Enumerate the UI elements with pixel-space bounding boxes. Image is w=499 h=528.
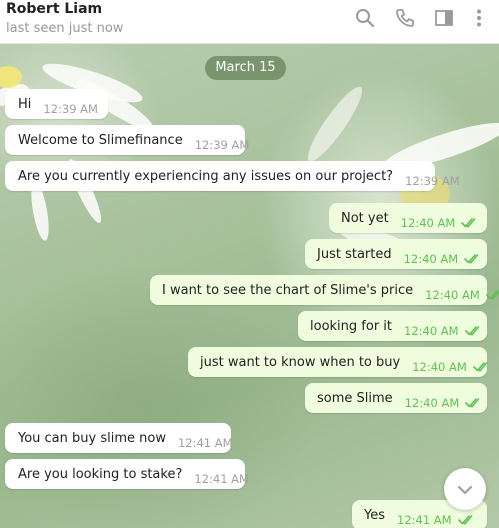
message-time: 12:40 AM [425,288,480,302]
read-receipt-icon [465,397,483,409]
search-icon[interactable] [354,7,376,29]
read-receipt-icon [464,253,482,265]
message-text: some Slime [317,390,393,406]
message-time: 12:41 AM [177,436,233,450]
message-text: I want to see the chart of Slime's price [162,282,414,298]
message-text: looking for it [310,318,392,334]
outgoing-message[interactable]: some Slime 12:40 AM [305,383,487,413]
message-text: Yes [364,507,385,523]
message-text: Are you currently experiencing any issue… [18,168,394,184]
read-receipt-icon [457,514,476,526]
message-time: 12:41 AM [397,513,452,527]
contact-name[interactable]: Robert Liam [6,1,102,17]
chat-header: Robert Liam last seen just now [0,0,499,44]
outgoing-message[interactable]: Just started 12:40 AM [305,239,487,269]
incoming-message[interactable]: You can buy slime now 12:41 AM [5,423,233,453]
message-text: Just started [317,246,392,262]
chevron-down-icon [457,485,473,495]
date-label: March 15 [205,56,286,80]
outgoing-message[interactable]: looking for it 12:40 AM [298,311,487,341]
message-time: 12:39 AM [405,174,460,188]
sidebar-icon[interactable] [433,7,455,29]
outgoing-message[interactable]: just want to know when to buy 12:40 AM [188,347,488,377]
read-receipt-icon [464,325,483,337]
message-time: 12:41 AM [194,472,249,486]
incoming-message[interactable]: Are you currently experiencing any issue… [5,161,460,191]
message-time: 12:40 AM [412,360,467,374]
message-time: 12:39 AM [194,138,250,152]
incoming-message[interactable]: Welcome to Slimefinance 12:39 AM [5,125,249,155]
incoming-message[interactable]: Are you looking to stake? 12:41 AM [5,459,249,489]
message-time: 12:40 AM [404,324,459,338]
outgoing-message[interactable]: Not yet 12:40 AM [329,203,487,233]
message-text: Welcome to Slimefinance [18,132,183,148]
message-text: You can buy slime now [18,430,166,446]
message-text: Hi [18,96,32,112]
read-receipt-icon [461,217,479,229]
message-text: Are you looking to stake? [18,466,183,482]
message-time: 12:39 AM [43,102,98,116]
message-time: 12:40 AM [403,252,459,266]
outgoing-message[interactable]: I want to see the chart of Slime's price… [150,275,499,305]
message-text: just want to know when to buy [200,354,401,370]
scroll-down-button[interactable] [444,468,486,510]
contact-status: last seen just now [6,21,124,36]
more-icon[interactable] [468,7,490,29]
read-receipt-icon [472,361,491,373]
message-time: 12:40 AM [404,396,460,410]
read-receipt-icon [485,289,499,301]
message-text: Not yet [341,210,389,226]
phone-icon[interactable] [394,7,416,29]
incoming-message[interactable]: Hi 12:39 AM [5,89,108,119]
message-time: 12:40 AM [400,216,456,230]
